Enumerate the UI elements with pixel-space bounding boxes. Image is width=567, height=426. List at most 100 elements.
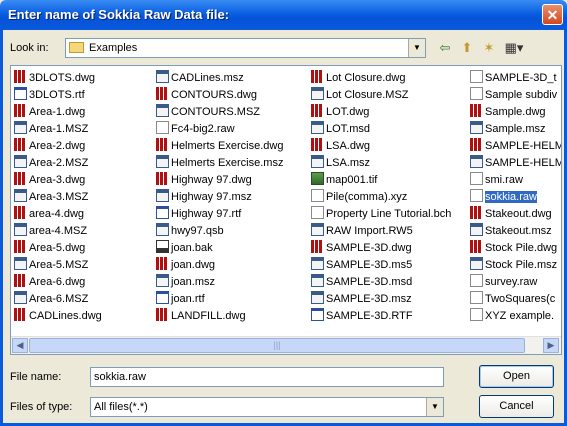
file-item[interactable]: LOT.msd: [311, 121, 466, 137]
look-in-label: Look in:: [10, 42, 49, 54]
file-name: Lot Closure.dwg: [326, 72, 406, 84]
file-item[interactable]: RAW Import.RW5: [311, 223, 466, 239]
file-name: Highway 97.rtf: [171, 208, 242, 220]
file-item[interactable]: SAMPLE-3D.dwg: [311, 240, 466, 256]
file-item[interactable]: Area-5.MSZ: [14, 257, 152, 273]
new-folder-icon[interactable]: ✶: [480, 38, 498, 58]
file-item[interactable]: joan.dwg: [156, 257, 306, 273]
file-item[interactable]: Lot Closure.dwg: [311, 70, 466, 86]
dwg-file-icon: [14, 172, 27, 185]
file-name: Lot Closure.MSZ: [326, 89, 409, 101]
file-name: Sample subdiv: [485, 89, 558, 101]
file-item[interactable]: CADLines.dwg: [14, 308, 152, 324]
msz-file-icon: [311, 274, 324, 287]
horizontal-scrollbar[interactable]: ◀ ||| ▶: [11, 336, 561, 354]
file-item[interactable]: 3DLOTS.dwg: [14, 70, 152, 86]
file-item[interactable]: XYZ example.: [470, 308, 561, 324]
msz-file-icon: [156, 155, 169, 168]
up-folder-icon[interactable]: ⬆: [458, 38, 476, 58]
view-menu-icon[interactable]: ▦▾: [502, 38, 526, 58]
file-item[interactable]: joan.bak: [156, 240, 306, 256]
gen-file-icon: [470, 87, 483, 100]
file-item[interactable]: LSA.msz: [311, 155, 466, 171]
file-name: area-4.dwg: [29, 208, 85, 220]
file-item[interactable]: LOT.dwg: [311, 104, 466, 120]
chevron-down-icon[interactable]: ▼: [426, 398, 443, 416]
file-item[interactable]: Sample.msz: [470, 121, 561, 137]
file-item[interactable]: TwoSquares(c: [470, 291, 561, 307]
file-item[interactable]: Area-5.dwg: [14, 240, 152, 256]
file-item[interactable]: Pile(comma).xyz: [311, 189, 466, 205]
file-item[interactable]: Area-1.dwg: [14, 104, 152, 120]
file-item[interactable]: Stakeout.dwg: [470, 206, 561, 222]
file-item[interactable]: Highway 97.rtf: [156, 206, 306, 222]
file-item[interactable]: Area-6.MSZ: [14, 291, 152, 307]
scroll-right-button[interactable]: ▶: [543, 338, 559, 353]
file-name: joan.bak: [171, 242, 213, 254]
title-bar[interactable]: Enter name of Sokkia Raw Data file: ✕: [0, 0, 567, 30]
file-item[interactable]: Stakeout.msz: [470, 223, 561, 239]
file-item[interactable]: Highway 97.msz: [156, 189, 306, 205]
file-item[interactable]: Stock Pile.dwg: [470, 240, 561, 256]
tif-file-icon: [311, 172, 324, 185]
cancel-button[interactable]: Cancel: [479, 395, 554, 418]
gen-file-icon: [470, 70, 483, 83]
file-type-select[interactable]: All files(*.*) ▼: [90, 397, 444, 417]
file-list[interactable]: XYZ example. TwoSquares(c survey.raw Stock …: [10, 65, 562, 355]
file-item[interactable]: Area-2.MSZ: [14, 155, 152, 171]
file-item[interactable]: LANDFILL.dwg: [156, 308, 306, 324]
file-item[interactable]: Helmerts Exercise.msz: [156, 155, 306, 171]
file-item[interactable]: Area-3.dwg: [14, 172, 152, 188]
scroll-thumb[interactable]: |||: [29, 338, 525, 353]
open-button[interactable]: Open: [479, 365, 554, 388]
file-name: hwy97.qsb: [171, 225, 224, 237]
dwg-file-icon: [14, 70, 27, 83]
file-item[interactable]: SAMPLE-3D.ms5: [311, 257, 466, 273]
file-item[interactable]: SAMPLE-3D.msd: [311, 274, 466, 290]
scroll-left-button[interactable]: ◀: [12, 338, 28, 353]
file-name-input[interactable]: sokkia.raw: [90, 367, 444, 387]
file-item[interactable]: Highway 97.dwg: [156, 172, 306, 188]
file-item[interactable]: Fc4-big2.raw: [156, 121, 306, 137]
file-item[interactable]: joan.rtf: [156, 291, 306, 307]
file-item[interactable]: survey.raw: [470, 274, 561, 290]
file-item[interactable]: smi.raw: [470, 172, 561, 188]
file-item[interactable]: area-4.MSZ: [14, 223, 152, 239]
file-name: LANDFILL.dwg: [171, 310, 246, 322]
back-arrow-icon[interactable]: ⇦: [436, 38, 454, 58]
file-item[interactable]: SAMPLE-HELM: [470, 155, 561, 171]
file-item[interactable]: SAMPLE-3D_t: [470, 70, 561, 86]
file-name: LOT.dwg: [326, 106, 370, 118]
file-item[interactable]: Area-6.dwg: [14, 274, 152, 290]
file-item[interactable]: map001.tif: [311, 172, 466, 188]
file-item[interactable]: Property Line Tutorial.bch: [311, 206, 466, 222]
file-item[interactable]: Area-3.MSZ: [14, 189, 152, 205]
file-item[interactable]: SAMPLE-3D.RTF: [311, 308, 466, 324]
file-item[interactable]: Lot Closure.MSZ: [311, 87, 466, 103]
file-item[interactable]: CONTOURS.dwg: [156, 87, 306, 103]
file-item[interactable]: area-4.dwg: [14, 206, 152, 222]
file-item[interactable]: Sample.dwg: [470, 104, 561, 120]
look-in-dropdown[interactable]: Examples ▼: [65, 38, 426, 58]
file-item[interactable]: SAMPLE-HELM: [470, 138, 561, 154]
chevron-down-icon[interactable]: ▼: [408, 39, 425, 57]
file-item[interactable]: LSA.dwg: [311, 138, 466, 154]
file-item[interactable]: Sample subdiv: [470, 87, 561, 103]
file-item[interactable]: Helmerts Exercise.dwg: [156, 138, 306, 154]
dialog-title: Enter name of Sokkia Raw Data file:: [8, 7, 230, 22]
msz-file-icon: [14, 189, 27, 202]
file-item[interactable]: Area-2.dwg: [14, 138, 152, 154]
file-name: SAMPLE-3D.ms5: [326, 259, 413, 271]
file-item[interactable]: 3DLOTS.rtf: [14, 87, 152, 103]
file-item[interactable]: Area-1.MSZ: [14, 121, 152, 137]
file-item[interactable]: SAMPLE-3D.msz: [311, 291, 466, 307]
file-item[interactable]: Stock Pile.msz: [470, 257, 561, 273]
file-item[interactable]: CONTOURS.MSZ: [156, 104, 306, 120]
file-item[interactable]: joan.msz: [156, 274, 306, 290]
file-item[interactable]: hwy97.qsb: [156, 223, 306, 239]
rtf-file-icon: [156, 291, 169, 304]
file-item[interactable]: sokkia.raw: [470, 189, 561, 205]
close-button[interactable]: ✕: [542, 4, 563, 25]
file-item[interactable]: CADLines.msz: [156, 70, 306, 86]
file-name: CADLines.msz: [171, 72, 244, 84]
